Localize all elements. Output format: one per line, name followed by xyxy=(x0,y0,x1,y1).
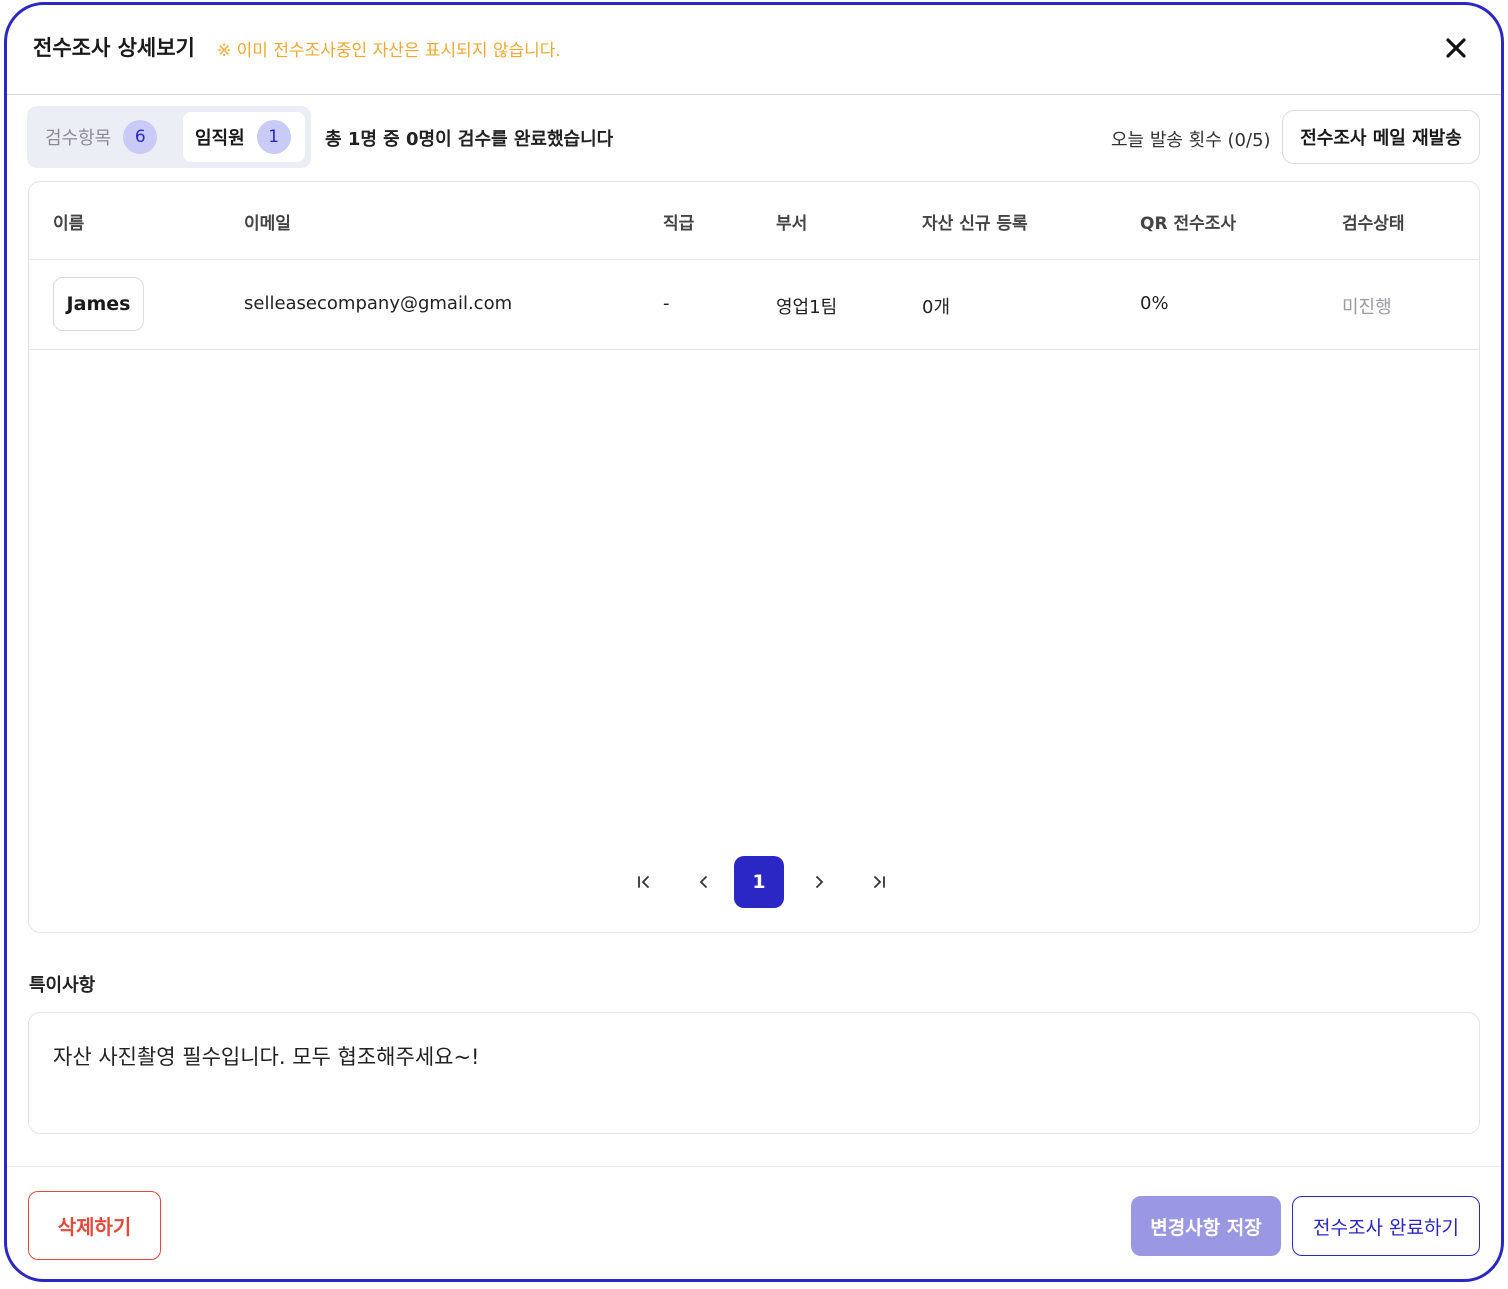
next-page-button[interactable] xyxy=(794,856,844,908)
remarks-textarea[interactable]: 자산 사진촬영 필수입니다. 모두 협조해주세요~! xyxy=(28,1012,1480,1134)
next-page-icon xyxy=(816,876,824,888)
complete-survey-button[interactable]: 전수조사 완료하기 xyxy=(1292,1196,1480,1256)
modal-header: 전수조사 상세보기 ※ 이미 전수조사중인 자산은 표시되지 않습니다. xyxy=(7,5,1501,95)
remarks-label: 특이사항 xyxy=(29,975,96,996)
close-icon xyxy=(1446,38,1466,58)
tab-inspection-items[interactable]: 검수항목 6 xyxy=(33,112,169,162)
employee-rank: - xyxy=(663,293,670,314)
status-badge: 미진행 xyxy=(1342,297,1392,318)
column-header: 자산 신규 등록 xyxy=(922,214,1028,234)
page-number-button[interactable]: 1 xyxy=(734,856,784,908)
tab-label: 임직원 xyxy=(195,128,245,149)
employee-email: selleasecompany@gmail.com xyxy=(244,293,513,314)
last-page-button[interactable] xyxy=(854,856,904,908)
notice-text: ※ 이미 전수조사중인 자산은 표시되지 않습니다. xyxy=(217,41,561,61)
tab-group: 검수항목 6 임직원 1 xyxy=(27,106,311,168)
qr-progress: 0% xyxy=(1140,293,1169,314)
close-button[interactable] xyxy=(1439,31,1473,65)
employee-table: 이름 이메일 직급 부서 자산 신규 등록 QR 전수조사 검수상태 James… xyxy=(28,181,1480,933)
column-header: 부서 xyxy=(776,214,808,234)
column-header: 직급 xyxy=(663,214,695,234)
prev-page-icon xyxy=(699,876,707,888)
first-page-icon xyxy=(638,876,649,888)
delete-button[interactable]: 삭제하기 xyxy=(28,1191,161,1260)
employee-department: 영업1팀 xyxy=(776,297,838,318)
tab-label: 검수항목 xyxy=(45,128,112,149)
count-badge: 1 xyxy=(256,120,291,154)
prev-page-button[interactable] xyxy=(679,856,729,908)
send-count: 오늘 발송 횟수 (0/5) xyxy=(1111,130,1271,151)
tab-employees[interactable]: 임직원 1 xyxy=(183,112,305,162)
last-page-icon xyxy=(874,876,885,888)
first-page-button[interactable] xyxy=(619,856,669,908)
column-header: 이름 xyxy=(53,214,85,234)
new-asset-count: 0개 xyxy=(922,297,951,318)
table-header: 이름 이메일 직급 부서 자산 신규 등록 QR 전수조사 검수상태 xyxy=(29,182,1479,260)
modal-title: 전수조사 상세보기 xyxy=(33,36,195,60)
column-header: 이메일 xyxy=(244,214,291,234)
employee-name-chip[interactable]: James xyxy=(53,277,144,331)
table-row: James selleasecompany@gmail.com - 영업1팀 0… xyxy=(29,260,1479,350)
resend-mail-button[interactable]: 전수조사 메일 재발송 xyxy=(1282,110,1480,164)
footer-divider xyxy=(7,1166,1501,1167)
column-header: 검수상태 xyxy=(1342,214,1405,234)
column-header: QR 전수조사 xyxy=(1140,214,1237,234)
pagination: 1 xyxy=(619,856,899,908)
survey-detail-modal: 전수조사 상세보기 ※ 이미 전수조사중인 자산은 표시되지 않습니다. 검수항… xyxy=(4,2,1504,1282)
completion-summary: 총 1명 중 0명이 검수를 완료했습니다 xyxy=(325,129,614,150)
save-changes-button[interactable]: 변경사항 저장 xyxy=(1131,1196,1281,1256)
count-badge: 6 xyxy=(123,120,158,154)
